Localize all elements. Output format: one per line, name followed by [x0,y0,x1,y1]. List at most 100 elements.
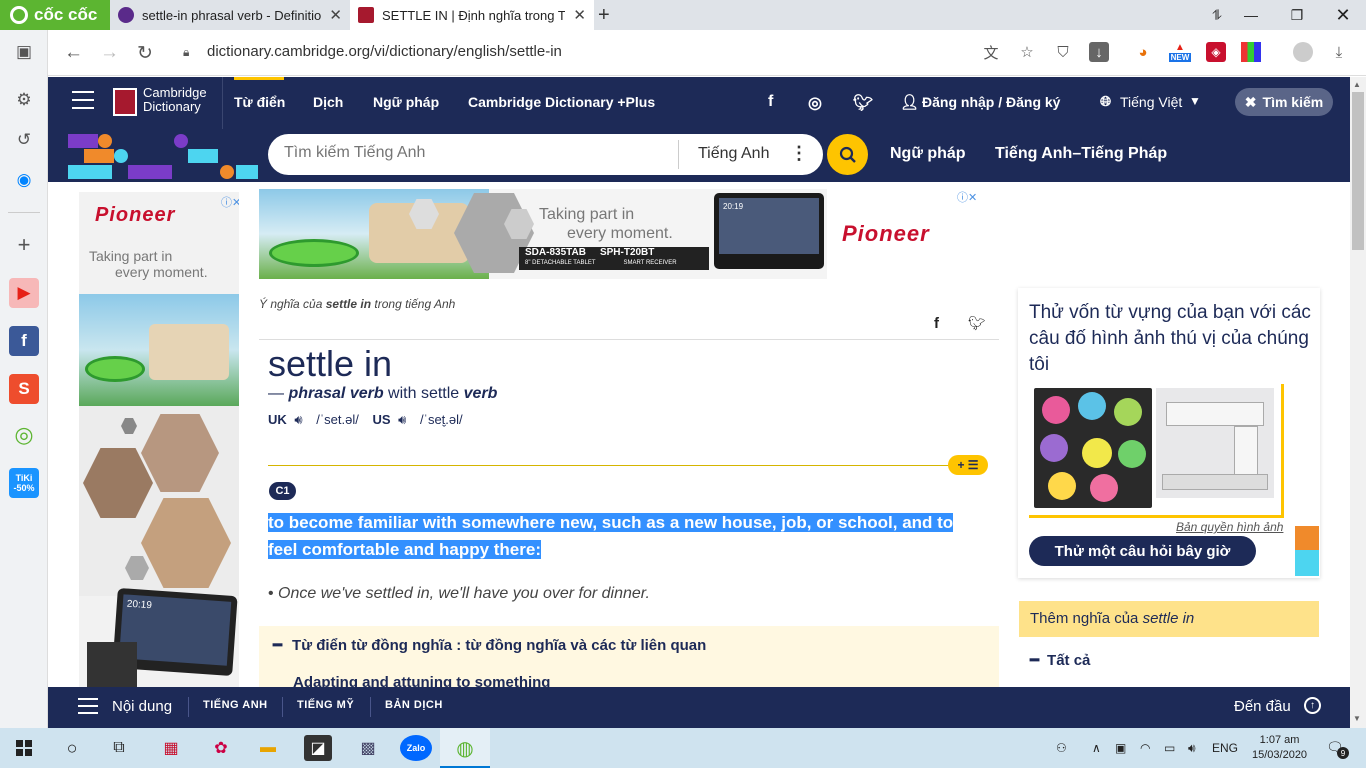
history-icon[interactable]: ↺ [9,125,39,155]
close-window-icon[interactable]: ✕ [1320,0,1366,30]
search-input[interactable] [284,144,674,162]
people-icon[interactable]: ⚇ [1056,741,1067,755]
shield-icon[interactable]: ⛉ [1053,42,1073,62]
contents-menu-icon[interactable] [78,698,98,714]
tiki-icon[interactable]: TiKi -50% [9,468,39,498]
app1-icon[interactable]: ▦ [157,735,185,761]
ad-choices-icon[interactable]: ⓘ✕ [957,189,977,205]
settings-icon[interactable]: ⚙ [9,85,39,115]
scroll-down-icon[interactable]: ▼ [1353,714,1361,723]
more-meanings-all[interactable]: ━ Tất cả [1030,651,1090,669]
tray-chevron-icon[interactable]: ∧ [1092,741,1101,755]
download-icon[interactable]: ⤓ [1329,42,1349,62]
shopee-icon[interactable]: S [9,374,39,404]
volume-icon[interactable]: 🔊︎ [1188,741,1196,756]
coccoc-logo[interactable]: cốc cốc [0,0,110,30]
wifi-icon[interactable]: ◠ [1140,741,1150,755]
search-button[interactable] [827,134,868,175]
image-credit-link[interactable]: Bản quyền hình ảnh [1176,520,1283,534]
sidebar-divider [8,212,40,213]
share-twitter-icon[interactable]: 🐦︎ [968,315,986,332]
coccoc-icon[interactable]: ◍ [451,735,479,761]
reload-icon[interactable]: ↻ [137,42,153,65]
scroll-up-icon[interactable]: ▲ [1353,80,1361,89]
explorer-icon[interactable]: ▬ [254,735,282,761]
url-field[interactable]: dictionary.cambridge.org/vi/dictionary/e… [207,43,562,60]
site-logo[interactable]: Cambridge Dictionary [143,86,207,114]
add-to-wordlist-button[interactable]: + ☰ [948,455,988,475]
language-select[interactable]: Tiếng Việt [1120,94,1182,110]
pos-verb-link[interactable]: verb [464,385,498,402]
search-toggle-button[interactable]: ✖ Tìm kiếm [1235,88,1333,116]
add-icon[interactable]: + [9,230,39,260]
youtube-icon[interactable]: ▶ [9,278,39,308]
contents-link[interactable]: Nội dung [112,698,172,715]
new-tab-icon[interactable]: + [598,4,610,27]
back-to-top-link[interactable]: Đến đầu [1234,698,1291,715]
scroll-thumb[interactable] [1352,92,1364,250]
left-ad-banner[interactable]: ⓘ✕ Pioneer Taking part in every moment. … [79,192,239,687]
twitter-icon[interactable]: 🐦︎ [853,93,873,113]
menu-burger-icon[interactable] [72,91,94,115]
facebook-icon[interactable]: f [9,326,39,356]
forward-icon[interactable]: → [100,42,119,64]
profile-avatar-icon[interactable] [1293,42,1313,62]
ext-red-icon[interactable]: ◈ [1206,42,1226,62]
nav-plus[interactable]: Cambridge Dictionary +Plus [468,94,655,110]
nav-translate[interactable]: Dịch [313,94,343,110]
battery-icon[interactable]: ▭ [1164,741,1175,755]
app3-icon[interactable]: ◪ [304,735,332,761]
tab-translations[interactable]: BẢN DỊCH [385,699,443,711]
app2-icon[interactable]: ✿ [207,735,235,761]
coccoc-map-icon[interactable]: ◎ [9,420,39,450]
facebook-icon[interactable]: f [768,93,773,111]
grammar-link[interactable]: Ngữ pháp [890,145,966,163]
quiz-image-paints[interactable] [1034,388,1152,508]
more-options-icon[interactable]: ⋮ [790,143,808,164]
maximize-icon[interactable]: ❐ [1274,0,1320,30]
bookmark-star-icon[interactable]: ☆ [1017,42,1037,62]
chevron-down-icon[interactable]: ▼ [1189,94,1201,108]
tab-inactive[interactable]: settle-in phrasal verb - Definitio ✕ [110,0,350,30]
translate-icon[interactable]: 文 [981,42,1001,62]
arrow-up-icon[interactable]: ↑ [1304,697,1321,714]
app4-icon[interactable]: ▩ [354,735,382,761]
us-audio-icon[interactable]: 🔊︎ [398,412,406,427]
messenger-icon[interactable]: ◉ [9,165,39,195]
quiz-start-button[interactable]: Thử một câu hỏi bây giờ [1029,536,1256,566]
uk-audio-icon[interactable]: 🔊︎ [294,412,302,427]
nav-dictionary[interactable]: Từ điển [234,94,285,110]
english-french-link[interactable]: Tiếng Anh–Tiếng Pháp [995,145,1167,163]
thesaurus-header[interactable]: ━ Từ điển từ đồng nghĩa : từ đồng nghĩa v… [273,636,706,654]
globe-icon[interactable]: 🌐︎ [1100,93,1111,110]
instagram-icon[interactable]: ◎ [808,93,822,113]
user-icon[interactable]: 👤︎ [900,93,919,111]
share-facebook-icon[interactable]: f [934,315,939,332]
zalo-icon[interactable]: Zalo [400,735,432,761]
cortana-icon[interactable]: ○ [58,735,86,761]
close-tab-icon[interactable]: ✕ [329,6,342,24]
download-video-icon[interactable]: ↓ [1089,42,1109,62]
apps-icon[interactable]: ▣ [9,37,39,67]
back-icon[interactable]: ← [64,42,83,64]
tab-english[interactable]: TIẾNG ANH [203,699,268,711]
close-tab-icon[interactable]: ✕ [573,6,586,24]
nav-grammar[interactable]: Ngữ pháp [373,94,439,110]
start-icon[interactable] [10,735,38,761]
login-link[interactable]: Đăng nhập / Đăng ký [922,94,1060,110]
ad-choices-icon[interactable]: ⓘ✕ [221,194,239,210]
color-ext-icon[interactable] [1241,42,1261,62]
tray-app-icon[interactable]: ▣ [1115,741,1126,755]
tab-active[interactable]: SETTLE IN | Định nghĩa trong Từ ✕ [350,0,594,30]
chrome-ext-icon[interactable]: ◕ [1133,42,1153,62]
new-ext-icon[interactable]: ▲ NEW [1167,42,1193,62]
quiz-image-sewing-machine[interactable] [1156,388,1274,498]
dictionary-select[interactable]: Tiếng Anh [698,145,769,163]
minimize-icon[interactable]: — [1228,0,1274,30]
notification-icon[interactable]: 🗨︎ 9 [1326,739,1349,759]
top-ad-banner[interactable]: Taking part in every moment. SDA-835TAB … [259,189,987,279]
clock[interactable]: 1:07 am 15/03/2020 [1252,733,1307,763]
ime-indicator[interactable]: ENG [1212,741,1238,755]
tab-american[interactable]: TIẾNG MỸ [297,699,354,711]
task-view-icon[interactable]: ⧉ [105,735,133,761]
